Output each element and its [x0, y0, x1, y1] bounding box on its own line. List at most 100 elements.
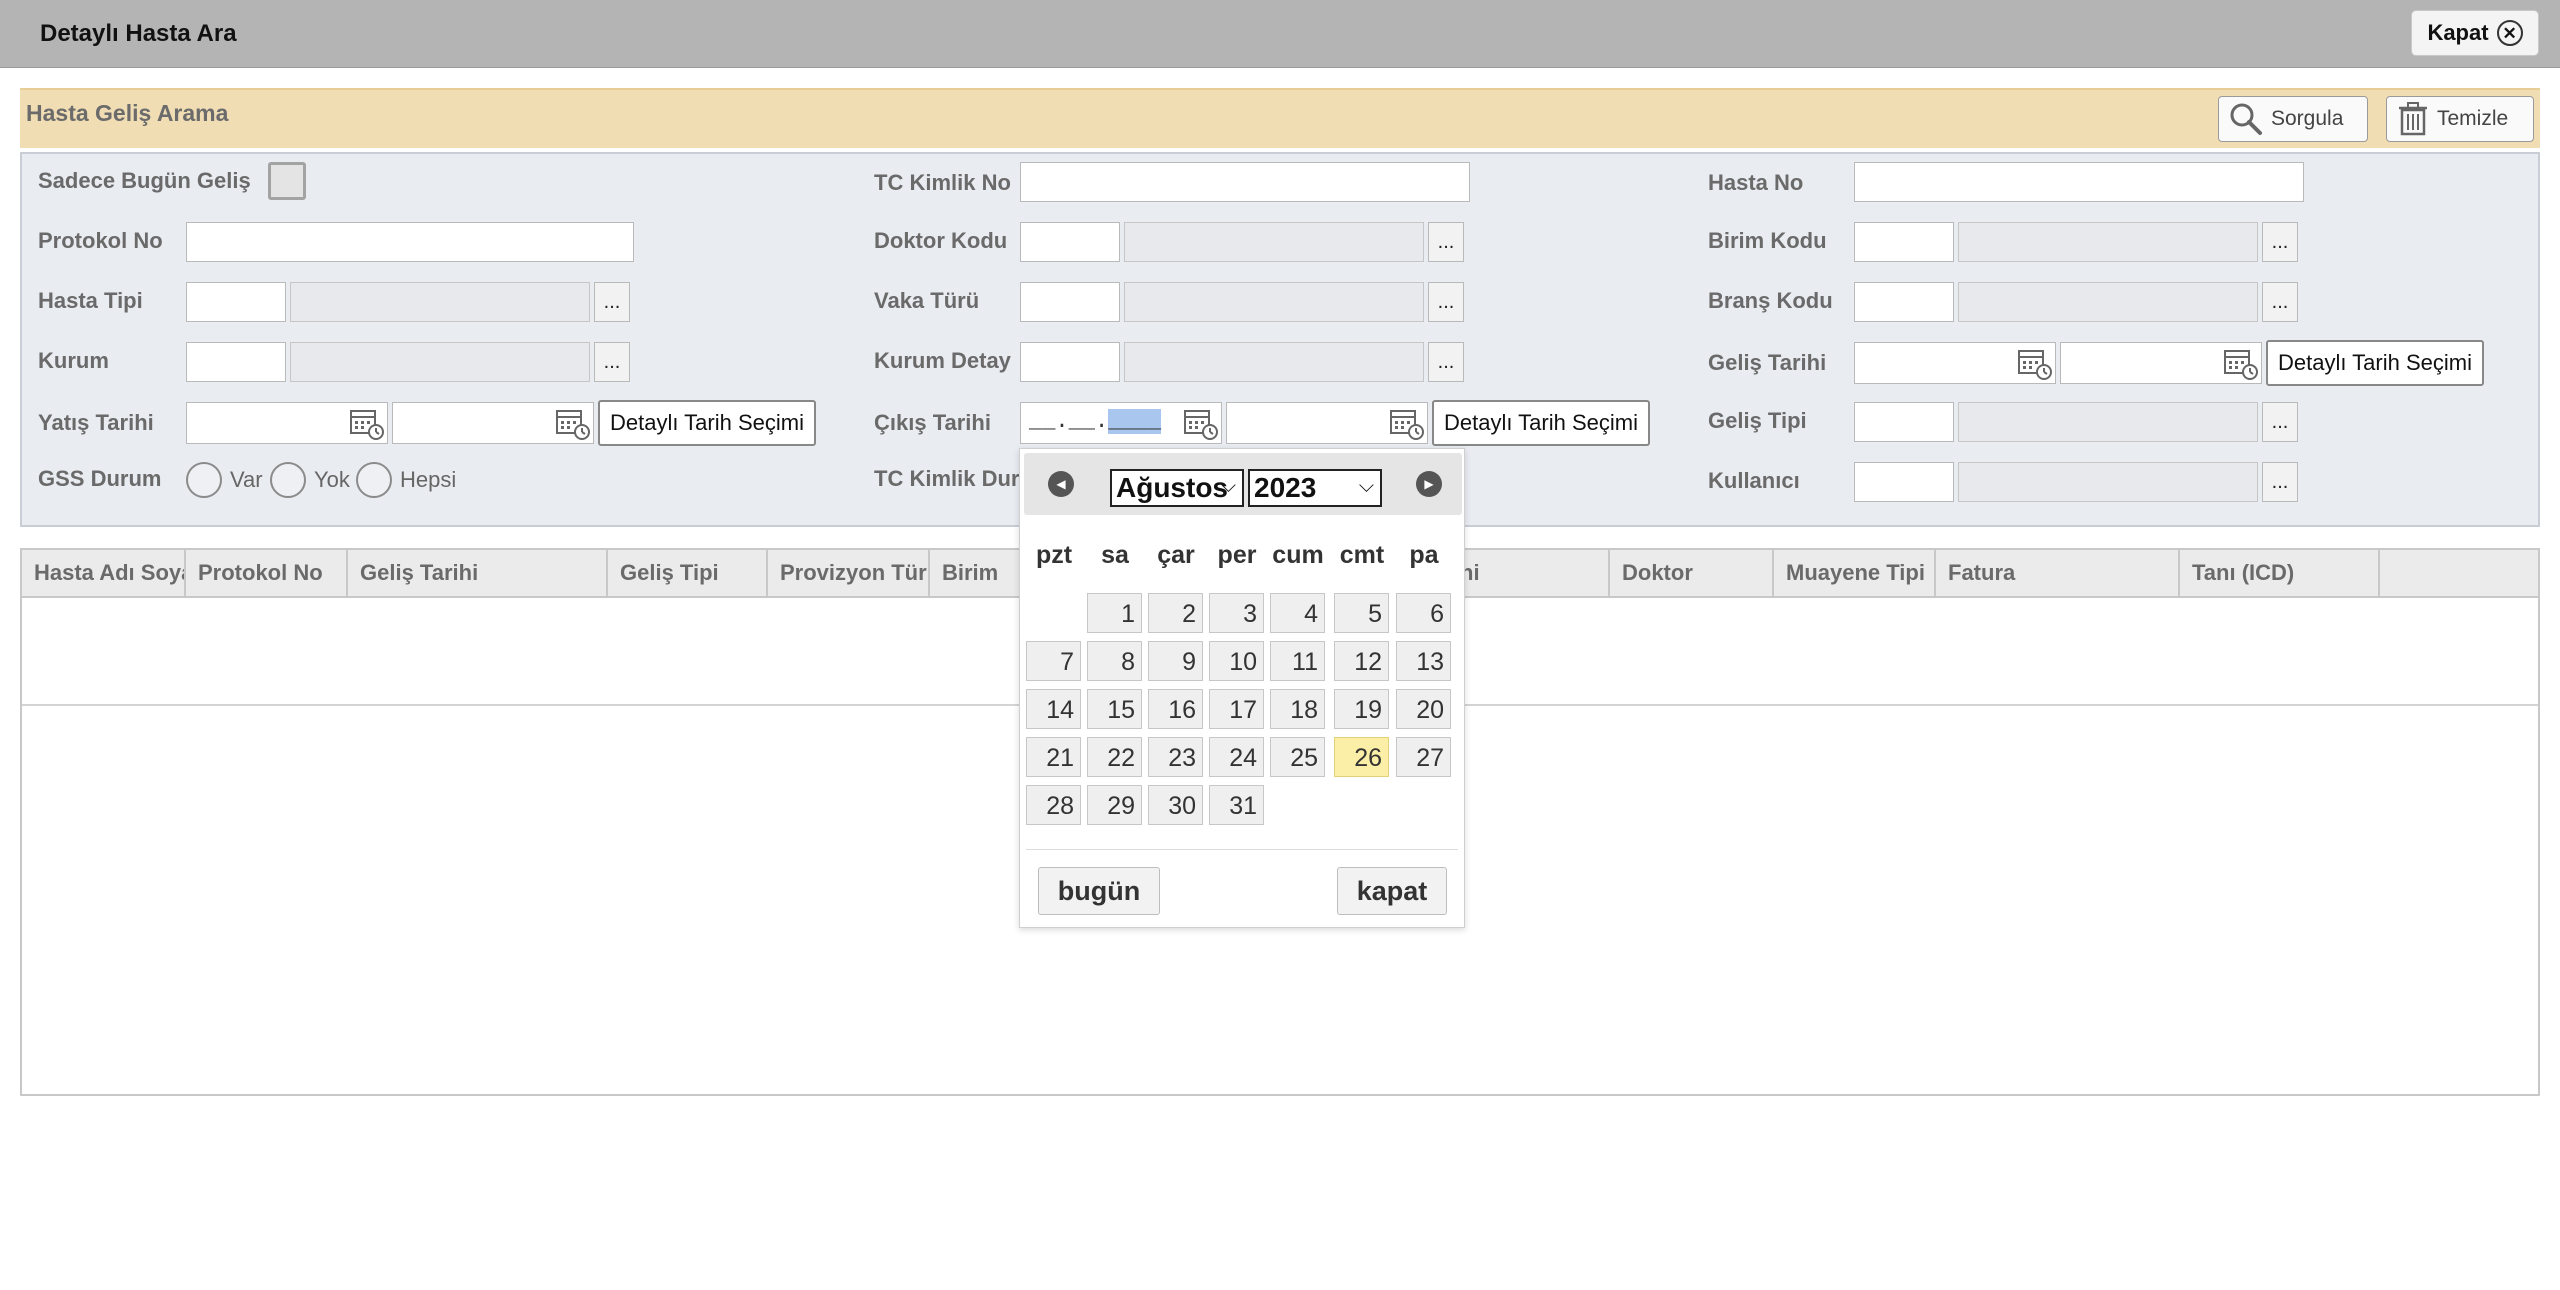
calendar-day[interactable]: 19: [1334, 689, 1389, 729]
column-header[interactable]: Tanı (ICD): [2180, 550, 2380, 596]
calendar-day[interactable]: 18: [1270, 689, 1325, 729]
discharge-detail-date-button[interactable]: Detaylı Tarih Seçimi: [1432, 400, 1650, 446]
calendar-icon[interactable]: [1183, 407, 1219, 441]
arrival-date-to-input[interactable]: [2060, 342, 2262, 384]
patient-type-code-input[interactable]: [186, 282, 286, 322]
calendar-day[interactable]: 4: [1270, 593, 1325, 633]
next-month-button[interactable]: ▶: [1416, 471, 1442, 497]
month-select[interactable]: Ağustos ⌵: [1110, 469, 1244, 507]
arrival-type-lookup-button[interactable]: ...: [2262, 402, 2298, 442]
calendar-icon[interactable]: [555, 407, 591, 441]
discharge-date-to-input[interactable]: [1226, 402, 1428, 444]
user-code-input[interactable]: [1854, 462, 1954, 502]
calendar-day[interactable]: 22: [1087, 737, 1142, 777]
column-header[interactable]: Muayene Tipi: [1774, 550, 1936, 596]
branch-lookup-button[interactable]: ...: [2262, 282, 2298, 322]
discharge-date-from-input[interactable]: __.__.____: [1020, 402, 1222, 444]
calendar-day[interactable]: 15: [1087, 689, 1142, 729]
user-label: Kullanıcı: [1708, 468, 1800, 493]
institution-code-input[interactable]: [186, 342, 286, 382]
calendar-day[interactable]: 26: [1334, 737, 1389, 777]
doctor-lookup-button[interactable]: ...: [1428, 222, 1464, 262]
doctor-code-label: Doktor Kodu: [874, 228, 1008, 253]
admission-date-to-input[interactable]: [392, 402, 594, 444]
calendar-icon[interactable]: [349, 407, 385, 441]
gss-hepsi-radio[interactable]: [356, 462, 392, 498]
case-type-lookup-button[interactable]: ...: [1428, 282, 1464, 322]
calendar-day[interactable]: 7: [1026, 641, 1081, 681]
query-button[interactable]: Sorgula: [2218, 96, 2368, 142]
calendar-day[interactable]: 25: [1270, 737, 1325, 777]
calendar-icon[interactable]: [2223, 347, 2259, 381]
calendar-day[interactable]: 5: [1334, 593, 1389, 633]
column-header[interactable]: Protokol No: [186, 550, 348, 596]
prev-month-button[interactable]: ◀: [1048, 471, 1074, 497]
calendar-day[interactable]: 28: [1026, 785, 1081, 825]
calendar-day[interactable]: 27: [1396, 737, 1451, 777]
calendar-day[interactable]: 16: [1148, 689, 1203, 729]
calendar-day[interactable]: 23: [1148, 737, 1203, 777]
calendar-day[interactable]: 9: [1148, 641, 1203, 681]
year-select[interactable]: 2023 ⌵: [1248, 469, 1382, 507]
calendar-day[interactable]: 21: [1026, 737, 1081, 777]
calendar-day[interactable]: 17: [1209, 689, 1264, 729]
user-lookup-button[interactable]: ...: [2262, 462, 2298, 502]
arrival-date-from-input[interactable]: [1854, 342, 2056, 384]
close-calendar-button[interactable]: kapat: [1337, 867, 1447, 915]
calendar-icon[interactable]: [2017, 347, 2053, 381]
close-dialog-button[interactable]: Kapat ✕: [2411, 10, 2539, 56]
admission-detail-date-button[interactable]: Detaylı Tarih Seçimi: [598, 400, 816, 446]
calendar-icon[interactable]: [1389, 407, 1425, 441]
calendar-day[interactable]: 13: [1396, 641, 1451, 681]
protocol-no-input[interactable]: [186, 222, 634, 262]
column-header[interactable]: Fatura: [1936, 550, 2180, 596]
calendar-day[interactable]: 24: [1209, 737, 1264, 777]
calendar-day[interactable]: 14: [1026, 689, 1081, 729]
today-button[interactable]: bugün: [1038, 867, 1160, 915]
gss-yok-radio[interactable]: [270, 462, 306, 498]
unit-code-input[interactable]: [1854, 222, 1954, 262]
column-header[interactable]: Geliş Tipi: [608, 550, 768, 596]
doctor-code-input[interactable]: [1020, 222, 1120, 262]
patient-no-input[interactable]: [1854, 162, 2304, 202]
column-header[interactable]: [2380, 550, 2538, 596]
arrival-type-name-field: [1958, 402, 2258, 442]
tc-no-input[interactable]: [1020, 162, 1470, 202]
branch-code-input[interactable]: [1854, 282, 1954, 322]
calendar-day[interactable]: 29: [1087, 785, 1142, 825]
gss-var-radio[interactable]: [186, 462, 222, 498]
calendar-day[interactable]: 8: [1087, 641, 1142, 681]
only-today-checkbox[interactable]: [268, 162, 306, 200]
case-type-code-input[interactable]: [1020, 282, 1120, 322]
weekday-header: sa: [1101, 541, 1129, 569]
institution-name-field: [290, 342, 590, 382]
clear-button-label: Temizle: [2437, 107, 2509, 130]
column-header[interactable]: Geliş Tarihi: [348, 550, 608, 596]
arrival-detail-date-button[interactable]: Detaylı Tarih Seçimi: [2266, 340, 2484, 386]
calendar-day[interactable]: 12: [1334, 641, 1389, 681]
arrival-type-code-input[interactable]: [1854, 402, 1954, 442]
discharge-date-mask: __.__.____: [1029, 409, 1162, 434]
calendar-day[interactable]: 6: [1396, 593, 1451, 633]
column-header[interactable]: Hasta Adı Soyadı: [22, 550, 186, 596]
weekday-header: çar: [1157, 541, 1195, 569]
calendar-day[interactable]: 11: [1270, 641, 1325, 681]
institution-detail-lookup-button[interactable]: ...: [1428, 342, 1464, 382]
institution-detail-code-input[interactable]: [1020, 342, 1120, 382]
column-header[interactable]: Doktor: [1610, 550, 1774, 596]
calendar-day[interactable]: 3: [1209, 593, 1264, 633]
unit-lookup-button[interactable]: ...: [2262, 222, 2298, 262]
calendar-day[interactable]: 31: [1209, 785, 1264, 825]
column-header[interactable]: ni: [1448, 550, 1610, 596]
admission-date-from-input[interactable]: [186, 402, 388, 444]
institution-lookup-button[interactable]: ...: [594, 342, 630, 382]
clear-button[interactable]: Temizle: [2386, 96, 2534, 142]
calendar-day[interactable]: 30: [1148, 785, 1203, 825]
calendar-day[interactable]: 1: [1087, 593, 1142, 633]
column-header[interactable]: Provizyon Türü: [768, 550, 930, 596]
calendar-day[interactable]: 2: [1148, 593, 1203, 633]
patient-type-name-field: [290, 282, 590, 322]
patient-type-lookup-button[interactable]: ...: [594, 282, 630, 322]
calendar-day[interactable]: 10: [1209, 641, 1264, 681]
calendar-day[interactable]: 20: [1396, 689, 1451, 729]
